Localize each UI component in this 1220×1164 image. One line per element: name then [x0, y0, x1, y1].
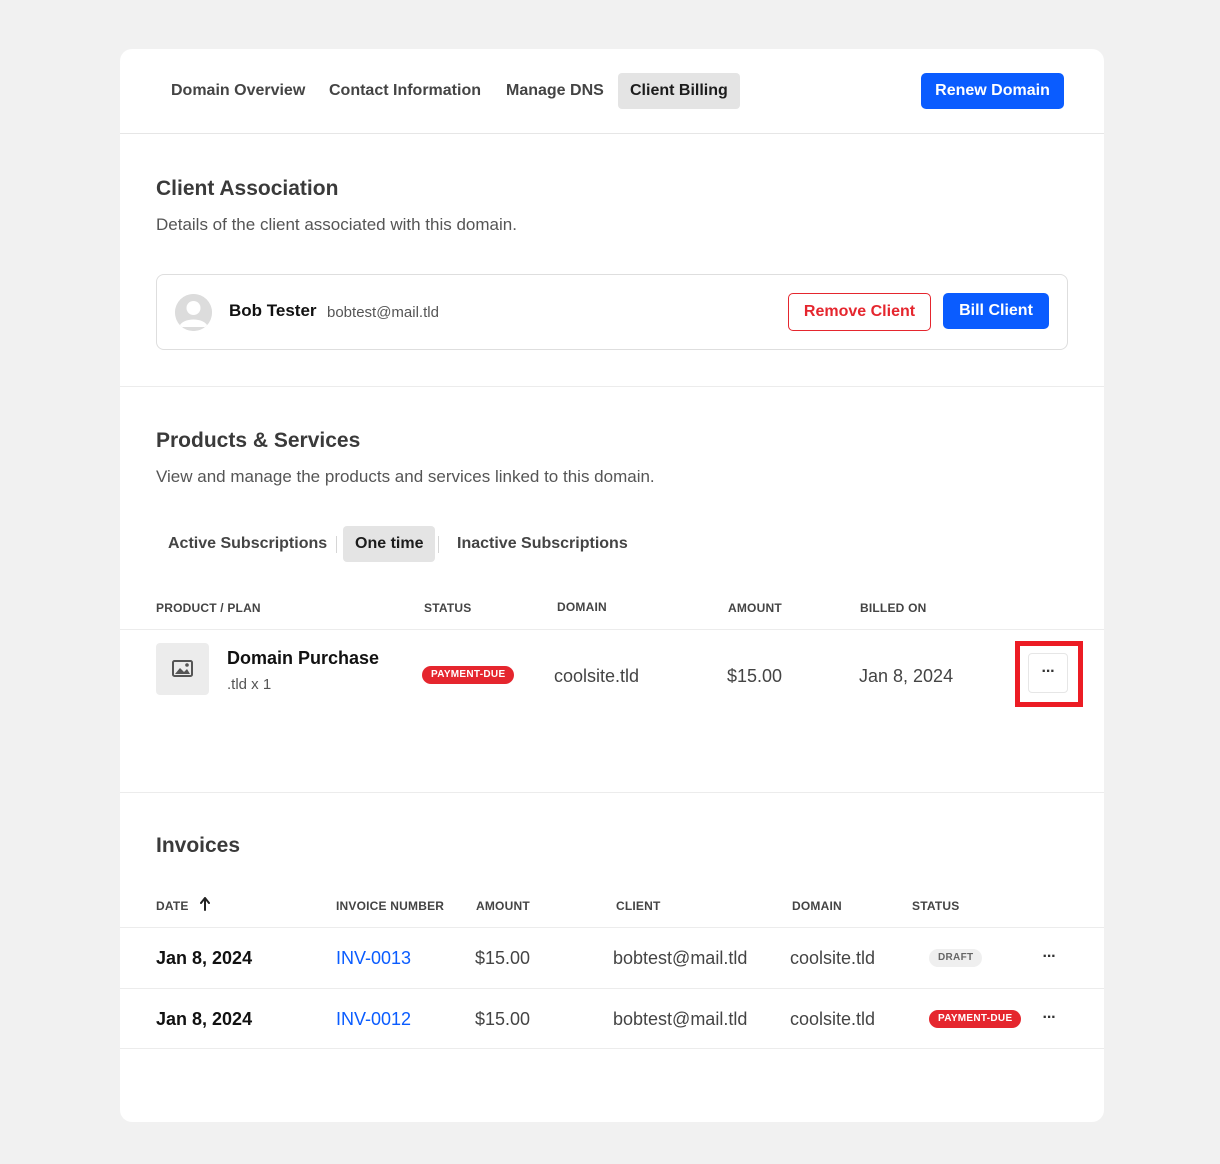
tab-one-time[interactable]: One time — [343, 526, 436, 562]
products-services-description: View and manage the products and service… — [156, 467, 655, 486]
status-badge: PAYMENT-DUE — [422, 666, 515, 684]
remove-client-button[interactable]: Remove Client — [788, 293, 931, 331]
column-header-invoice-number: INVOICE NUMBER — [336, 899, 445, 913]
status-badge: PAYMENT-DUE — [929, 1010, 1022, 1028]
invoice-domain: coolsite.tld — [790, 948, 876, 968]
column-header-domain: DOMAIN — [557, 600, 607, 614]
product-name: Domain Purchase — [227, 648, 380, 668]
tab-domain-overview[interactable]: Domain Overview — [159, 73, 317, 109]
top-nav: Domain Overview Contact Information Mana… — [120, 49, 1104, 134]
highlight-box: ··· — [1015, 641, 1083, 707]
tab-separator — [438, 536, 439, 553]
tab-manage-dns[interactable]: Manage DNS — [494, 73, 616, 109]
row-divider — [120, 1048, 1104, 1049]
product-plan: .tld x 1 — [227, 676, 272, 693]
table-header-divider — [120, 629, 1104, 630]
client-email: bobtest@mail.tld — [327, 304, 439, 321]
status-badge: DRAFT — [929, 949, 983, 967]
invoice-amount: $15.00 — [475, 1009, 531, 1029]
section-divider — [120, 792, 1104, 793]
tab-active-subscriptions[interactable]: Active Subscriptions — [156, 526, 339, 562]
column-header-amount: AMOUNT — [728, 601, 782, 615]
main-card: Domain Overview Contact Information Mana… — [120, 49, 1104, 1122]
invoice-number-link[interactable]: INV-0012 — [336, 1009, 411, 1030]
product-domain: coolsite.tld — [554, 666, 640, 686]
products-services-title: Products & Services — [156, 429, 361, 452]
row-divider — [120, 988, 1104, 989]
more-horizontal-icon[interactable]: ··· — [1034, 664, 1062, 685]
column-header-date[interactable]: DATE — [156, 899, 189, 913]
invoice-number-link[interactable]: INV-0013 — [336, 948, 411, 969]
column-header-status: STATUS — [424, 601, 472, 615]
client-association-title: Client Association — [156, 177, 339, 200]
user-avatar-icon — [175, 294, 212, 331]
renew-domain-button[interactable]: Renew Domain — [921, 73, 1064, 109]
bill-client-button[interactable]: Bill Client — [943, 293, 1049, 329]
invoice-date: Jan 8, 2024 — [156, 1009, 253, 1029]
tab-inactive-subscriptions[interactable]: Inactive Subscriptions — [445, 526, 640, 562]
product-amount: $15.00 — [727, 666, 783, 686]
more-actions-button[interactable]: ··· — [1028, 653, 1068, 693]
column-header-status: STATUS — [912, 899, 960, 913]
product-billed-on: Jan 8, 2024 — [859, 666, 954, 686]
column-header-billed-on: BILLED ON — [860, 601, 927, 615]
product-thumbnail — [156, 643, 209, 695]
invoice-client: bobtest@mail.tld — [613, 948, 748, 968]
column-header-amount: AMOUNT — [476, 899, 530, 913]
client-card: Bob Tester bobtest@mail.tld Remove Clien… — [156, 274, 1068, 350]
avatar — [175, 294, 212, 331]
sort-ascending-icon[interactable] — [200, 897, 210, 911]
tab-contact-information[interactable]: Contact Information — [317, 73, 493, 109]
section-divider — [120, 386, 1104, 387]
invoice-client: bobtest@mail.tld — [613, 1009, 748, 1029]
invoice-date: Jan 8, 2024 — [156, 948, 253, 968]
invoice-amount: $15.00 — [475, 948, 531, 968]
tab-separator — [336, 536, 337, 553]
invoices-title: Invoices — [156, 834, 241, 857]
invoice-domain: coolsite.tld — [790, 1009, 876, 1029]
client-name: Bob Tester — [229, 301, 317, 320]
more-horizontal-icon[interactable]: ··· — [1035, 949, 1063, 970]
client-association-description: Details of the client associated with th… — [156, 215, 517, 234]
more-horizontal-icon[interactable]: ··· — [1035, 1010, 1063, 1031]
image-placeholder-icon — [172, 660, 193, 677]
column-header-domain: DOMAIN — [792, 899, 842, 913]
tab-client-billing[interactable]: Client Billing — [618, 73, 740, 109]
column-header-client: CLIENT — [616, 899, 661, 913]
table-header-divider — [120, 927, 1104, 928]
column-header-product: PRODUCT / PLAN — [156, 601, 261, 615]
